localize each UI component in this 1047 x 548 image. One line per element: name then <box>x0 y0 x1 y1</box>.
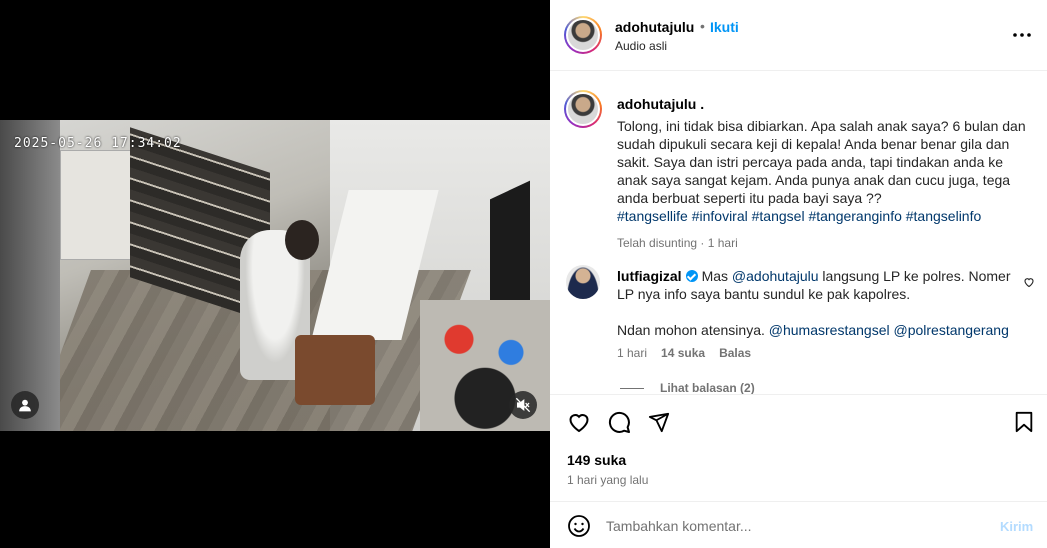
comment-icon <box>608 411 630 433</box>
author-avatar[interactable] <box>564 16 602 54</box>
follow-button[interactable]: Ikuti <box>710 19 739 35</box>
comment-time: 1 hari <box>617 346 648 360</box>
comment-likes[interactable]: 14 suka <box>661 346 705 360</box>
comment-input[interactable] <box>606 512 986 540</box>
caption-username[interactable]: adohutajulu . <box>617 96 704 112</box>
view-replies-label: Lihat balasan (2) <box>660 381 755 394</box>
comments-list[interactable]: adohutajulu . Tolong, ini tidak bisa dib… <box>550 72 1047 394</box>
verified-badge-icon <box>685 270 698 282</box>
comment-like-button[interactable] <box>1023 275 1035 293</box>
comment-reply-button[interactable]: Balas <box>719 346 751 360</box>
author-username[interactable]: adohutajulu <box>615 19 694 35</box>
post-actions: 149 suka 1 hari yang lalu <box>550 394 1047 500</box>
more-icon <box>1013 33 1031 37</box>
instagram-post-view: 2025-05-26 17:34:02 adohutajulu • Ikuti … <box>0 0 1047 548</box>
post-video[interactable]: 2025-05-26 17:34:02 <box>0 120 550 431</box>
media-pane: 2025-05-26 17:34:02 <box>0 0 550 548</box>
share-button[interactable] <box>646 409 672 435</box>
video-scene-door <box>0 120 60 431</box>
post-header: adohutajulu • Ikuti Audio asli <box>550 0 1047 71</box>
comment-username[interactable]: lutfiagizal <box>617 268 682 284</box>
comment-avatar[interactable] <box>566 265 600 299</box>
share-icon <box>648 412 670 433</box>
user-icon <box>19 399 31 412</box>
mute-toggle-button[interactable] <box>509 391 537 419</box>
post-time: 1 hari yang lalu <box>567 473 649 487</box>
view-replies-button[interactable]: Lihat balasan (2) <box>620 381 755 394</box>
audio-label[interactable]: Audio asli <box>615 39 667 53</box>
video-scene-tv <box>490 180 530 320</box>
emoji-icon <box>568 515 590 537</box>
caption: adohutajulu . Tolong, ini tidak bisa dib… <box>617 95 1037 252</box>
video-scene-chair <box>295 335 375 405</box>
header-separator: • <box>700 18 705 34</box>
tagged-users-button[interactable] <box>11 391 39 419</box>
comment-mention-3[interactable]: @polrestangerang <box>893 322 1008 338</box>
like-button[interactable] <box>566 409 592 435</box>
bookmark-icon <box>1015 411 1033 433</box>
more-options-button[interactable] <box>1011 24 1033 46</box>
video-scene-head <box>285 220 319 260</box>
post-sidebar: adohutajulu • Ikuti Audio asli adohutaju… <box>550 0 1047 548</box>
caption-hashtags[interactable]: #tangsellife #infoviral #tangsel #tanger… <box>617 207 1037 225</box>
save-button[interactable] <box>1011 409 1037 435</box>
caption-meta: Telah disunting · 1 hari <box>617 236 738 250</box>
mute-icon <box>515 397 531 413</box>
post-comment-button[interactable]: Kirim <box>1000 519 1033 534</box>
comment-item: lutfiagizal Mas @adohutajulu langsung LP … <box>617 267 1017 339</box>
heart-icon <box>569 414 589 433</box>
caption-text: Tolong, ini tidak bisa dibiarkan. Apa sa… <box>617 118 1026 206</box>
comment-text-2: Ndan mohon atensinya. <box>617 322 769 338</box>
caption-avatar[interactable] <box>564 90 602 128</box>
comment-mention-2[interactable]: @humasrestangsel <box>769 322 890 338</box>
emoji-button[interactable] <box>567 514 591 538</box>
replies-divider <box>620 387 644 389</box>
comment-text-1a: Mas <box>701 268 732 284</box>
comment-button[interactable] <box>606 409 632 435</box>
comment-mention-1[interactable]: @adohutajulu <box>732 268 819 284</box>
heart-icon <box>1024 278 1034 288</box>
likes-count[interactable]: 149 suka <box>567 452 626 468</box>
comment-meta: 1 hari 14 suka Balas <box>617 346 751 360</box>
comment-composer: Kirim <box>550 501 1047 548</box>
video-timestamp: 2025-05-26 17:34:02 <box>14 136 182 151</box>
